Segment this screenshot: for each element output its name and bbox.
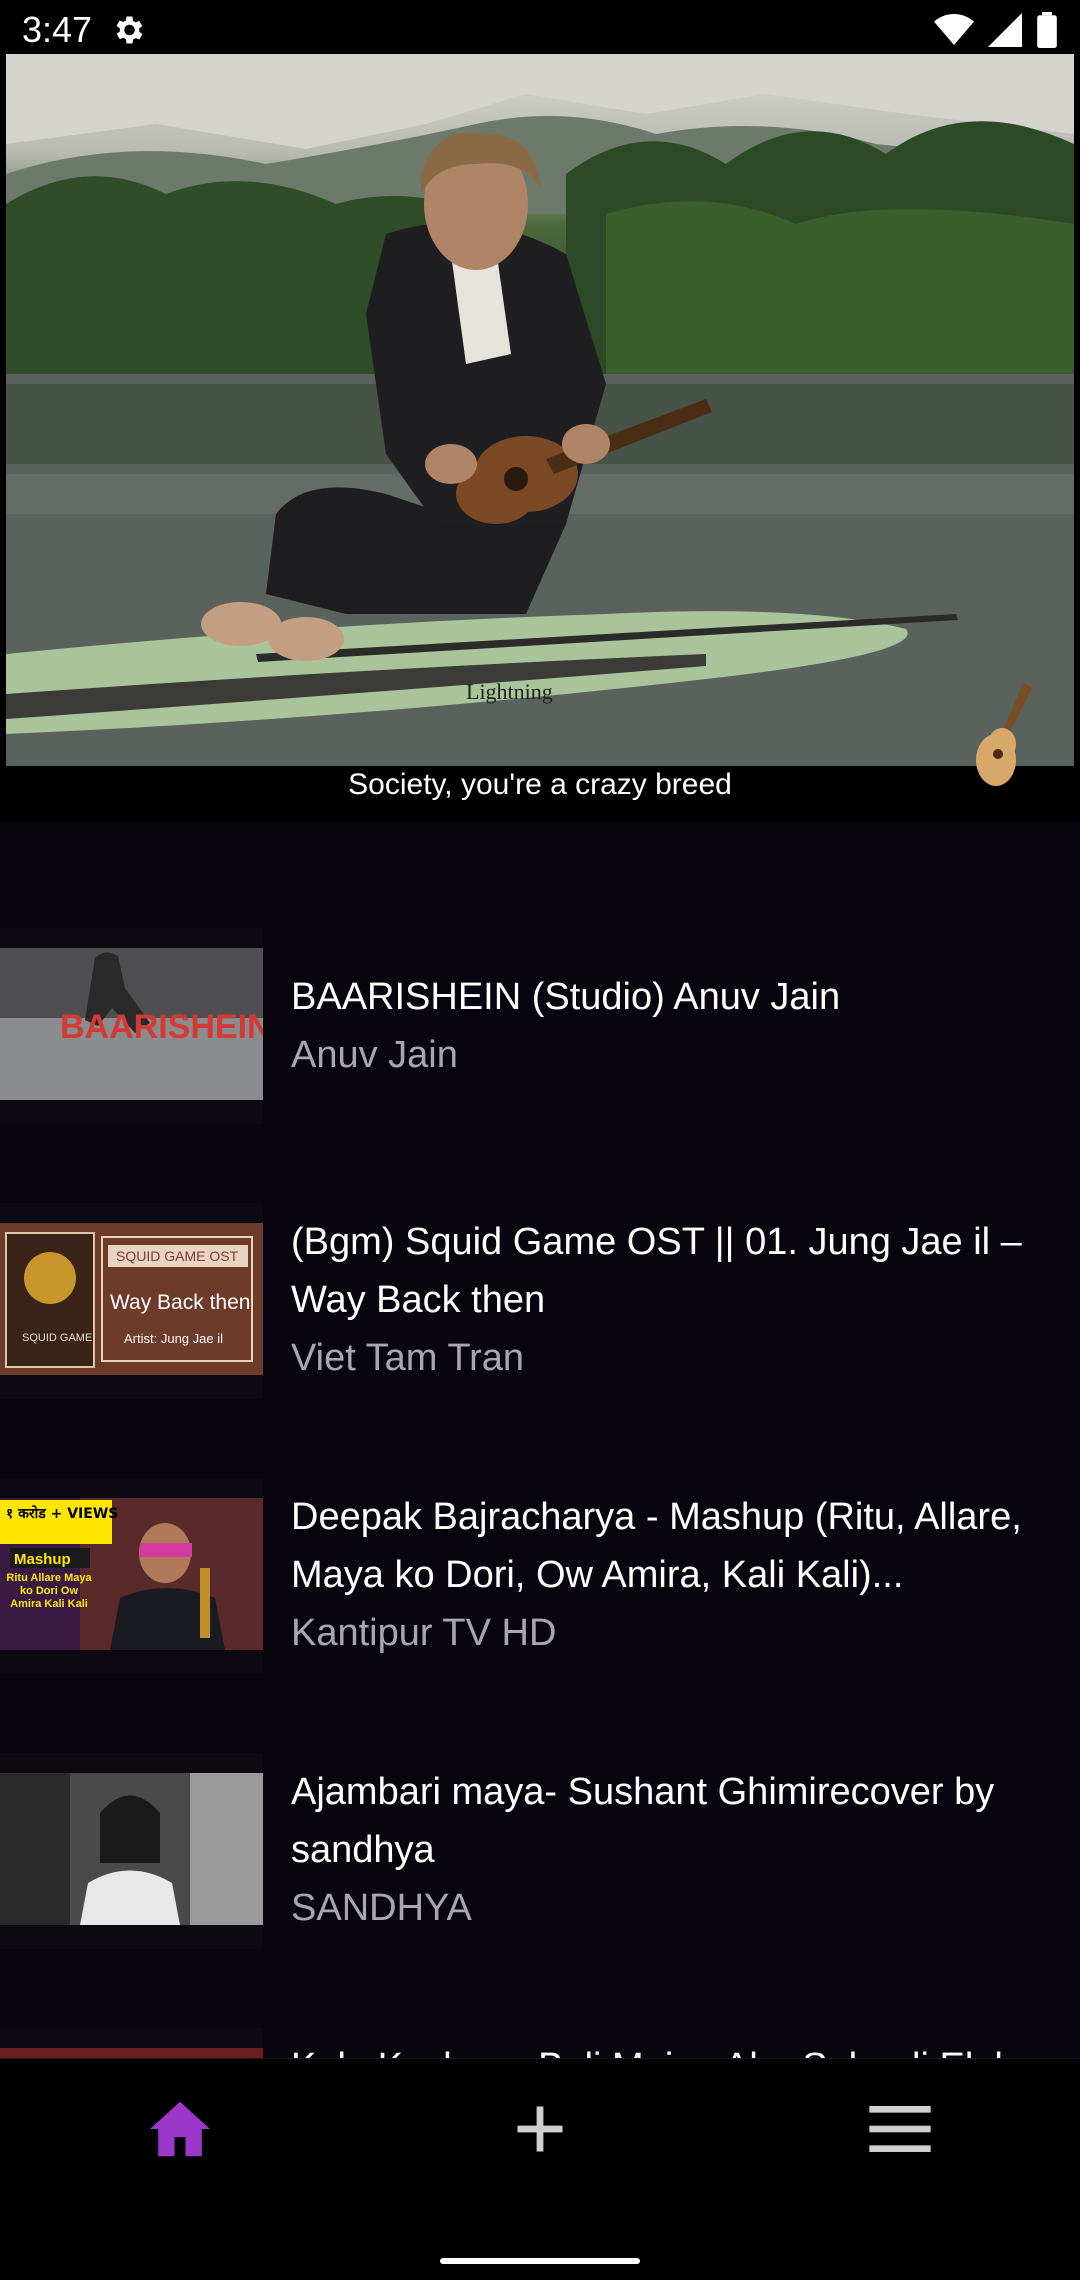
screen: 3:47 Lightning Society, you're a crazy b… [0, 0, 1080, 2280]
item-artist: Viet Tam Tran [291, 1337, 525, 1379]
item-artist: Anuv Jain [291, 1034, 458, 1076]
item-title: BAARISHEIN (Studio) Anuv Jain [291, 976, 841, 1018]
hero-image: Lightning [6, 54, 1074, 766]
thumb-mashup-text: Mashup [14, 1551, 71, 1568]
list-item[interactable]: Ajambari maya- Sushant Ghimirecover by s… [0, 1753, 1080, 1949]
thumb-badge-text: SQUID GAME OST [116, 1248, 239, 1264]
thumb-poster-text: SQUID GAME [22, 1332, 92, 1344]
nav-add-button[interactable] [360, 2059, 720, 2179]
menu-icon [869, 2106, 931, 2152]
item-text: (Bgm) Squid Game OST || 01. Jung Jae il … [291, 1213, 1071, 1387]
thumbnail [0, 1753, 263, 1949]
settings-gear-icon [116, 16, 143, 44]
thumbnail: BAARISHEIN [0, 928, 263, 1124]
thumbnail: SQUID GAME SQUID GAME OST Way Back then … [0, 1203, 263, 1399]
list-item[interactable]: BAARISHEIN BAARISHEIN (Studio) Anuv Jain… [0, 928, 1080, 1124]
wifi-icon [934, 14, 974, 45]
nav-home-button[interactable] [0, 2059, 360, 2179]
gesture-handle[interactable] [440, 2258, 640, 2264]
list-item[interactable]: १ करोड + VIEWS Mashup Ritu Allare Maya k… [0, 1478, 1080, 1674]
hero-banner[interactable]: Lightning Society, you're a crazy breed [0, 54, 1080, 822]
status-icons [934, 12, 1058, 48]
battery-icon [1037, 12, 1057, 48]
thumb-views-text: १ करोड + VIEWS [6, 1505, 118, 1522]
item-text: Ajambari maya- Sushant Ghimirecover by s… [291, 1763, 1071, 1937]
hero-caption: Society, you're a crazy breed [348, 768, 732, 801]
item-title: Ajambari maya- Sushant Ghimirecover by s… [291, 1771, 995, 1871]
item-artist: SANDHYA [291, 1887, 472, 1929]
thumb-songs-text: Ritu Allare Maya ko Dori Ow Amira Kali K… [6, 1572, 92, 1610]
item-title: (Bgm) Squid Game OST || 01. Jung Jae il … [291, 1221, 1022, 1321]
item-title: Deepak Bajracharya - Mashup (Ritu, Allar… [291, 1496, 1022, 1596]
thumbnail: १ करोड + VIEWS Mashup Ritu Allare Maya k… [0, 1478, 263, 1674]
nav-menu-button[interactable] [720, 2059, 1080, 2179]
status-bar: 3:47 [0, 0, 1080, 60]
status-time: 3:47 [22, 9, 93, 50]
signal-icon [988, 13, 1022, 47]
list-item[interactable]: SQUID GAME SQUID GAME OST Way Back then … [0, 1203, 1080, 1399]
thumb-title-text: BAARISHEIN [60, 1008, 263, 1046]
item-text: BAARISHEIN (Studio) Anuv Jain Anuv Jain [291, 968, 1071, 1084]
item-text: Deepak Bajracharya - Mashup (Ritu, Allar… [291, 1488, 1071, 1662]
svg-text:Lightning: Lightning [466, 679, 553, 704]
plus-icon [517, 2106, 563, 2152]
system-nav-area [0, 2234, 1080, 2280]
item-artist: Kantipur TV HD [291, 1612, 557, 1654]
thumb-song-text: Way Back then [110, 1291, 250, 1314]
thumb-artist-text: Artist: Jung Jae il [124, 1331, 223, 1346]
bottom-navigation [0, 2058, 1080, 2234]
home-icon [150, 2101, 210, 2157]
